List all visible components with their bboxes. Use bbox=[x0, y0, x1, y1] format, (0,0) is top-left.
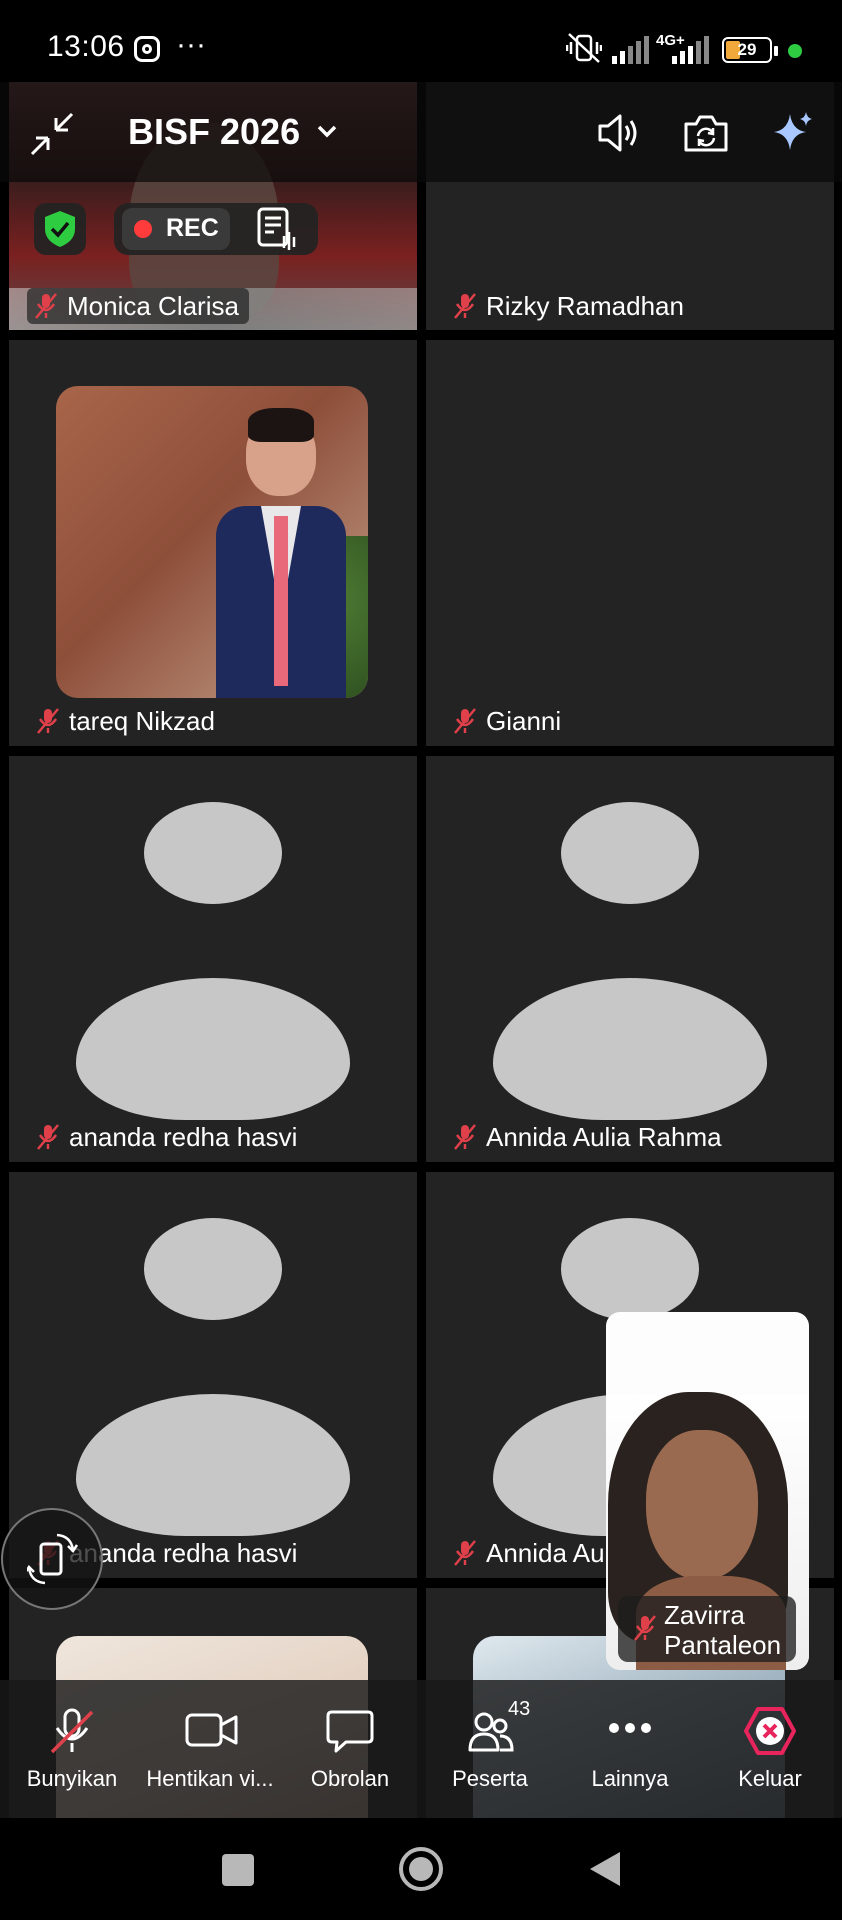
more-dots-icon bbox=[609, 1723, 651, 1733]
battery-level: 29 bbox=[737, 40, 757, 59]
shield-icon bbox=[45, 211, 75, 247]
transcript-icon[interactable] bbox=[256, 206, 298, 252]
system-navigation-bar bbox=[0, 1818, 842, 1920]
mic-muted-icon bbox=[37, 1124, 59, 1150]
meeting-title[interactable]: BISF 2026 bbox=[128, 111, 300, 153]
rotate-icon bbox=[27, 1533, 79, 1585]
privacy-indicator-dot bbox=[788, 44, 802, 58]
more-notifications-icon: ··· bbox=[176, 28, 206, 61]
leave-button[interactable]: Keluar bbox=[716, 1700, 824, 1808]
mic-muted-icon bbox=[454, 293, 476, 319]
avatar-head bbox=[561, 802, 699, 904]
switch-camera-icon[interactable] bbox=[682, 110, 730, 156]
participant-tile-annida[interactable] bbox=[426, 756, 834, 1162]
video-camera-icon bbox=[185, 1713, 238, 1747]
participants-icon bbox=[468, 1712, 514, 1752]
back-button-icon[interactable] bbox=[588, 1850, 622, 1888]
status-time: 13:06 bbox=[47, 30, 125, 63]
more-button[interactable]: Lainnya bbox=[576, 1700, 684, 1808]
status-bar: 13:06 ··· 4G+ 29 bbox=[0, 0, 842, 82]
profile-photo-tareq bbox=[56, 386, 368, 698]
mic-muted-icon bbox=[454, 1124, 476, 1150]
avatar-body bbox=[493, 978, 767, 1120]
avatar-body bbox=[76, 978, 350, 1120]
participant-name-rizky: Rizky Ramadhan bbox=[452, 288, 684, 324]
vibrate-off-icon bbox=[566, 33, 602, 63]
stop-video-button[interactable]: Hentikan vi... bbox=[140, 1700, 280, 1808]
participant-tile-ananda[interactable] bbox=[9, 756, 417, 1162]
participant-name-annida-2: Annida Aul bbox=[452, 1535, 610, 1571]
rec-dot-icon bbox=[134, 220, 152, 238]
instagram-notification-icon bbox=[134, 36, 160, 62]
signal-1-icon bbox=[612, 36, 649, 64]
signal-2-icon bbox=[672, 36, 709, 64]
mic-muted-icon bbox=[454, 708, 476, 734]
participant-name-gianni: Gianni bbox=[452, 703, 561, 739]
self-face bbox=[646, 1430, 758, 1580]
mic-muted-icon bbox=[35, 293, 57, 319]
mic-off-icon bbox=[50, 1708, 94, 1754]
participant-name-annida: Annida Aulia Rahma bbox=[452, 1119, 722, 1155]
leave-close-icon bbox=[744, 1707, 796, 1755]
ai-companion-sparkle-icon[interactable] bbox=[768, 108, 816, 156]
chevron-down-icon[interactable] bbox=[316, 124, 338, 140]
avatar-head bbox=[144, 802, 282, 904]
participant-name-ananda: ananda redha hasvi bbox=[35, 1119, 297, 1155]
participant-tile-tareq[interactable] bbox=[9, 340, 417, 746]
participant-name-monica: Monica Clarisa bbox=[27, 288, 249, 324]
mic-muted-icon bbox=[37, 708, 59, 734]
participants-button[interactable]: 43 Peserta bbox=[436, 1680, 544, 1808]
security-button[interactable] bbox=[34, 203, 86, 255]
unmute-button[interactable]: Bunyikan bbox=[18, 1700, 126, 1808]
self-name: Zavirra Pantaleon bbox=[664, 1600, 782, 1660]
participant-name-tareq: tareq Nikzad bbox=[35, 703, 215, 739]
participant-tile-gianni[interactable] bbox=[426, 340, 834, 746]
mic-muted-icon bbox=[634, 1615, 656, 1641]
rotate-screen-button[interactable] bbox=[1, 1508, 103, 1610]
chat-bubble-icon bbox=[326, 1710, 374, 1753]
avatar-head bbox=[144, 1218, 282, 1320]
avatar-body bbox=[76, 1394, 350, 1536]
recents-button-icon[interactable] bbox=[222, 1854, 254, 1886]
home-button-icon[interactable] bbox=[399, 1847, 443, 1891]
battery-icon: 29 bbox=[722, 37, 778, 63]
avatar-head bbox=[561, 1218, 699, 1320]
mic-muted-icon bbox=[454, 1540, 476, 1566]
rec-label: REC bbox=[166, 214, 219, 242]
minimize-meeting-icon[interactable] bbox=[28, 110, 76, 158]
chat-button[interactable]: Obrolan bbox=[296, 1700, 404, 1808]
speaker-icon[interactable] bbox=[596, 110, 642, 156]
